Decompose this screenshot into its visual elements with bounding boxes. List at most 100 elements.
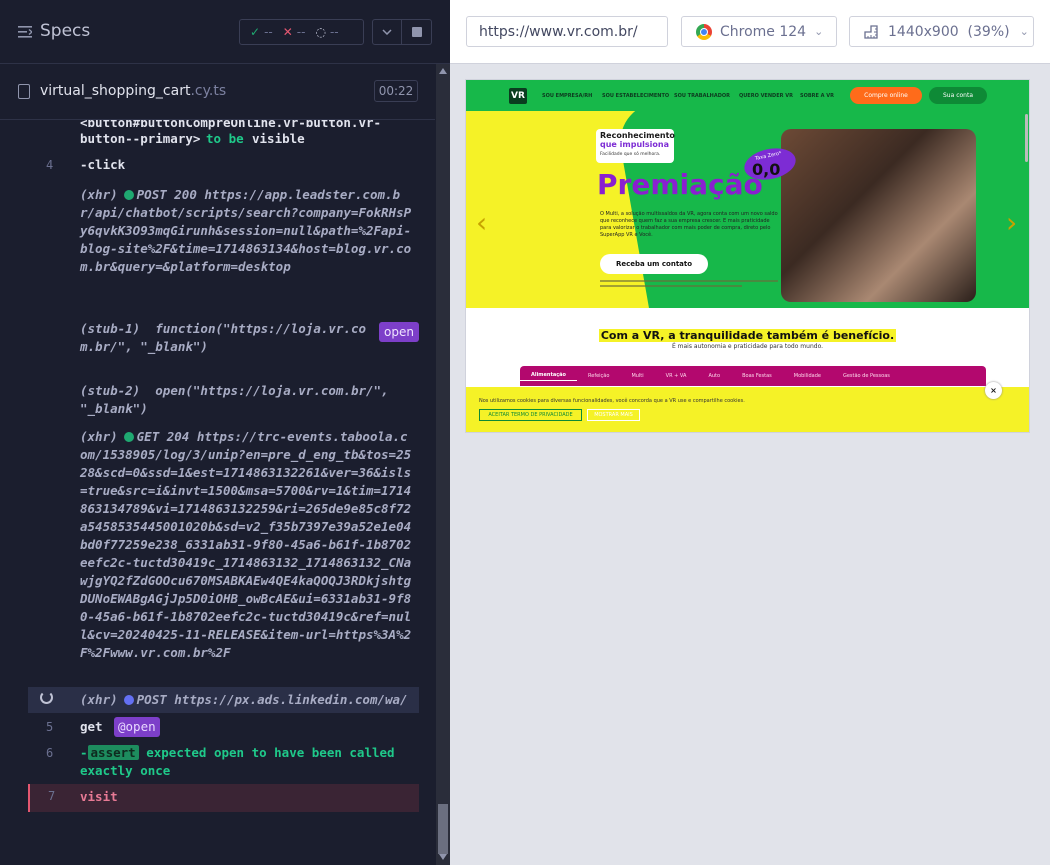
xhr-url: https://trc-events.taboola.com/1538905/l…: [80, 429, 412, 660]
viewport-selector[interactable]: 1440x900 (39%) ⌄: [849, 16, 1034, 47]
scroll-thumb[interactable]: [438, 804, 448, 854]
row-number: 6: [46, 746, 54, 760]
hero-title: Premiação: [597, 168, 763, 201]
xhr-method: POST 200: [136, 187, 197, 202]
command-log: <button#buttonCompreOnline.vr-button.vr-…: [0, 120, 435, 824]
specs-title[interactable]: Specs: [40, 21, 90, 41]
nav-item[interactable]: SOU ESTABELECIMENTO: [602, 93, 669, 99]
viewport-text: 1440x900 (39%): [888, 24, 1010, 40]
nav-item[interactable]: QUERO VENDER VR: [739, 93, 793, 99]
stub-entry: (stub-2) open("https://loja.vr.com.br/",…: [80, 382, 390, 418]
site-nav: VR SOU EMPRESA/RH SOU ESTABELECIMENTO SO…: [466, 80, 1029, 111]
failed-stat: ✕ --: [283, 25, 306, 39]
tab-refeicao[interactable]: Refeição: [577, 373, 620, 379]
xhr-url: https://px.ads.linkedin.com/wa/: [174, 692, 408, 707]
specs-list-icon[interactable]: [18, 25, 32, 39]
contact-button[interactable]: Receba um contato: [600, 254, 708, 274]
collapse-button[interactable]: [372, 19, 402, 45]
fine-print: [600, 280, 778, 290]
file-ext: .cy.ts: [190, 83, 227, 99]
pending-circle-icon: ◌: [315, 25, 326, 39]
check-icon: ✓: [250, 25, 261, 39]
row-number: 5: [46, 720, 54, 734]
buy-online-button[interactable]: Compre online: [850, 87, 922, 104]
nav-item[interactable]: SOU TRABALHADOR: [674, 93, 730, 99]
hero-subtitle: Facilidade que só melhora.: [600, 152, 661, 157]
preview-panel: https://www.vr.com.br/ Chrome 124 ⌄ 1440…: [450, 0, 1050, 865]
tab-boas-festas[interactable]: Boas Festas: [731, 373, 783, 379]
file-name-text: virtual_shopping_cart: [40, 83, 191, 99]
log-row-visit[interactable]: 7 visit: [28, 784, 419, 812]
chevron-down-icon: ⌄: [1019, 25, 1029, 38]
chevron-down-icon: ⌄: [814, 25, 824, 38]
chevron-down-icon: [382, 29, 392, 35]
vr-logo[interactable]: VR: [509, 88, 527, 104]
passed-count: --: [264, 25, 273, 39]
tab-auto[interactable]: Auto: [697, 373, 731, 379]
accept-cookies-button[interactable]: ACEITAR TERMO DE PRIVACIDADE: [479, 409, 582, 421]
spec-file-name[interactable]: virtual_shopping_cart.cy.ts: [40, 83, 226, 99]
hero-body: O Multi, a solução multissaldos da VR, a…: [600, 211, 778, 238]
hero-headline: Reconhecimento que impulsiona: [600, 131, 675, 149]
hero-photo: [781, 129, 976, 302]
xhr-method: GET 204: [136, 429, 190, 444]
tab-mobilidade[interactable]: Mobilidade: [783, 373, 832, 379]
command-text: get: [80, 719, 103, 734]
show-more-button[interactable]: MOSTRAR MAIS: [587, 409, 640, 421]
status-dot-icon: [123, 432, 134, 442]
log-row-click[interactable]: 4 -click: [28, 156, 419, 174]
account-button[interactable]: Sua conta: [929, 87, 987, 104]
aut-scrollbar[interactable]: [1025, 114, 1028, 162]
log-row-xhr-pending[interactable]: (xhr) POST https://px.ads.linkedin.com/wa…: [28, 687, 419, 713]
alias-tag: @open: [114, 717, 160, 737]
spinner-icon: [40, 691, 53, 704]
command-text: -click: [80, 157, 126, 172]
x-icon: ✕: [282, 25, 293, 39]
browser-name: Chrome 124: [720, 23, 807, 40]
carousel-next-icon[interactable]: ›: [1006, 206, 1017, 239]
reporter-panel: Specs ✓ -- ✕ -- ◌ -- virtual_shopping_cart.…: [0, 0, 450, 865]
log-row-stub-1[interactable]: (stub-1) function("https://loja.vr.com.b…: [28, 320, 419, 356]
nav-item[interactable]: SOBRE A VR: [800, 93, 834, 99]
tab-vr-va[interactable]: VR + VA: [655, 373, 698, 379]
scroll-up-arrow-icon[interactable]: [439, 68, 447, 74]
log-row-xhr[interactable]: (xhr) GET 204 https://trc-events.taboola.…: [28, 428, 419, 678]
scroll-down-arrow-icon[interactable]: [439, 854, 447, 860]
command-text: visit: [80, 789, 118, 804]
close-icon[interactable]: ×: [985, 382, 1002, 399]
log-scrollbar[interactable]: [436, 64, 450, 865]
xhr-label: (xhr): [80, 429, 118, 444]
zero-value: 0,0: [752, 160, 781, 179]
carousel-prev-icon[interactable]: ‹: [476, 206, 487, 239]
headline-line-2: que impulsiona: [600, 140, 669, 149]
stop-button[interactable]: [402, 19, 432, 45]
log-row-get[interactable]: 5 get @open: [28, 716, 419, 738]
alias-badge: open: [379, 322, 419, 342]
aut-toolbar: https://www.vr.com.br/ Chrome 124 ⌄ 1440…: [450, 0, 1050, 64]
browser-selector[interactable]: Chrome 124 ⌄: [681, 16, 837, 47]
url-field[interactable]: https://www.vr.com.br/: [466, 16, 668, 47]
log-row-assert[interactable]: 6 - assert expected open to have been cal…: [28, 744, 419, 780]
tagline-subtitle: É mais autonomia e praticidade para todo…: [671, 343, 824, 350]
log-row-stub-2[interactable]: (stub-2) open("https://loja.vr.com.br/",…: [28, 382, 419, 418]
chrome-icon: [696, 23, 712, 40]
tagline-wrap: Com a VR, a tranquilidade também é benef…: [466, 324, 1029, 343]
selector-text-2: button--primary>: [80, 131, 201, 146]
tab-multi[interactable]: Multi: [620, 373, 654, 379]
stub-label: (stub-1): [80, 321, 141, 336]
visible-text: visible: [252, 131, 305, 146]
stub-entry: (stub-1) function("https://loja.vr.com.b…: [80, 320, 370, 356]
row-number: 7: [48, 789, 56, 803]
tab-gestao[interactable]: Gestão de Pessoas: [832, 373, 901, 379]
pending-stat: ◌ --: [315, 25, 338, 39]
pending-count: --: [329, 25, 339, 39]
nav-item[interactable]: SOU EMPRESA/RH: [542, 93, 592, 99]
tab-alimentacao[interactable]: Alimentação: [520, 372, 577, 381]
test-stats: ✓ -- ✕ -- ◌ --: [239, 19, 364, 45]
xhr-url: https://app.leadster.com.br/api/chatbot/…: [80, 187, 412, 274]
headline-line-1: Reconhecimento: [600, 131, 675, 140]
log-row-xhr[interactable]: (xhr) POST 200 https://app.leadster.com.b…: [28, 186, 419, 306]
cookie-text: Nos utilizamos cookies para diversas fun…: [479, 398, 745, 404]
aut-iframe[interactable]: VR SOU EMPRESA/RH SOU ESTABELECIMENTO SO…: [466, 80, 1029, 432]
product-tabs: Alimentação Refeição Multi VR + VA Auto …: [520, 366, 986, 386]
